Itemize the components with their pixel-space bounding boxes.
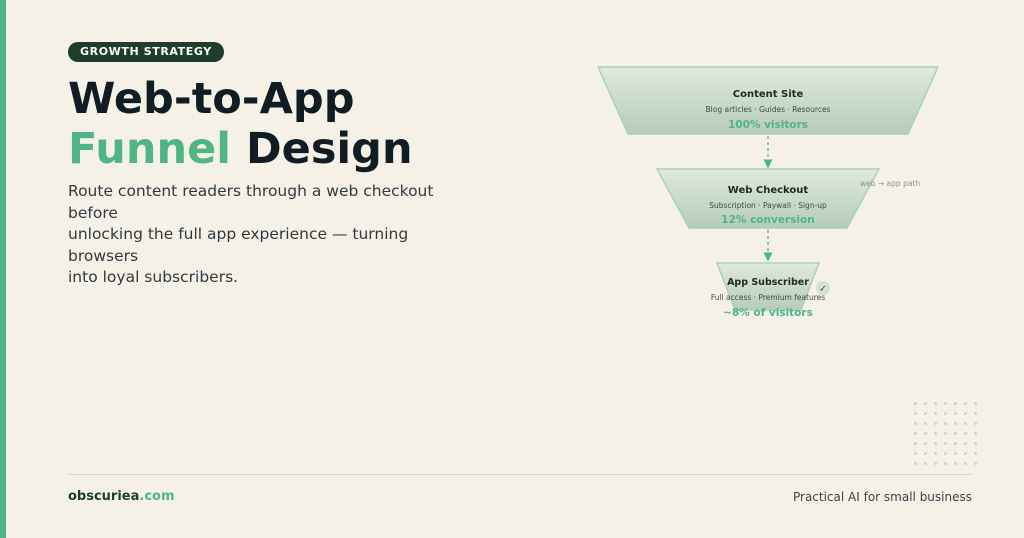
grid-dot <box>974 462 977 465</box>
grid-dot <box>924 412 927 415</box>
grid-dot <box>914 432 917 435</box>
grid-dot <box>914 462 917 465</box>
grid-dot <box>964 402 967 405</box>
brand-logo[interactable]: obscuriea.com <box>68 489 175 504</box>
grid-dot <box>954 462 957 465</box>
stage-detail: Full access · Premium features <box>711 293 825 302</box>
grid-dot <box>974 402 977 405</box>
grid-dot <box>964 442 967 445</box>
grid-dot <box>934 452 937 455</box>
description-line: unlocking the full app experience — turn… <box>68 225 409 243</box>
check-badge-icon: ✓ <box>816 281 830 295</box>
grid-dot <box>944 462 947 465</box>
grid-dot <box>934 432 937 435</box>
stage-metric: 12% conversion <box>721 214 814 226</box>
grid-dot <box>964 452 967 455</box>
grid-dot <box>964 432 967 435</box>
description-line: Route content readers through a web chec… <box>68 182 434 200</box>
description: Route content readers through a web chec… <box>68 181 448 289</box>
grid-dot <box>924 432 927 435</box>
grid-dot <box>974 412 977 415</box>
description-line: before <box>68 203 118 222</box>
grid-dot <box>934 412 937 415</box>
grid-dot <box>954 432 957 435</box>
grid-dot <box>924 442 927 445</box>
stage-metric: ~8% of visitors <box>723 307 813 319</box>
title-accent-word: Funnel <box>68 124 231 174</box>
left-accent-bar <box>0 0 6 538</box>
grid-dot <box>944 422 947 425</box>
category-badge: GROWTH STRATEGY <box>68 42 224 62</box>
dot-grid-decoration <box>914 402 986 474</box>
grid-dot <box>974 432 977 435</box>
title-line-1: Web-to-App <box>68 74 355 124</box>
grid-dot <box>944 432 947 435</box>
grid-dot <box>944 412 947 415</box>
grid-dot <box>914 452 917 455</box>
grid-dot <box>964 462 967 465</box>
grid-dot <box>914 422 917 425</box>
stage-name: Web Checkout <box>728 185 809 196</box>
grid-dot <box>924 422 927 425</box>
stage-metric: 100% visitors <box>728 119 808 131</box>
grid-dot <box>934 402 937 405</box>
path-label: web → app path <box>860 179 920 188</box>
footer-divider <box>68 474 972 475</box>
tagline: Practical AI for small business <box>792 490 972 504</box>
grid-dot <box>954 412 957 415</box>
grid-dot <box>944 402 947 405</box>
grid-dot <box>914 442 917 445</box>
grid-dot <box>954 452 957 455</box>
grid-dot <box>924 462 927 465</box>
stage-detail: Subscription · Paywall · Sign-up <box>709 201 827 210</box>
grid-dot <box>954 402 957 405</box>
grid-dot <box>924 402 927 405</box>
grid-dot <box>914 402 917 405</box>
grid-dot <box>974 452 977 455</box>
grid-dot <box>964 412 967 415</box>
page-title: Web-to-App Funnel Design <box>68 74 413 174</box>
description-line: into loyal subscribers. <box>68 268 239 286</box>
grid-dot <box>934 462 937 465</box>
grid-dot <box>964 422 967 425</box>
check-mark: ✓ <box>819 285 827 295</box>
grid-dot <box>914 412 917 415</box>
grid-dot <box>944 452 947 455</box>
stage-name: Content Site <box>733 89 804 100</box>
grid-dot <box>954 442 957 445</box>
stage-detail: Blog articles · Guides · Resources <box>706 105 831 114</box>
stage-name: App Subscriber <box>727 277 809 288</box>
funnel-diagram: Content Site Blog articles · Guides · Re… <box>596 66 940 319</box>
brand-name: obscuriea <box>68 489 140 504</box>
grid-dot <box>974 422 977 425</box>
description-line: browsers <box>68 246 139 265</box>
grid-dot <box>954 422 957 425</box>
grid-dot <box>934 442 937 445</box>
title-line-2: Design <box>245 124 413 174</box>
grid-dot <box>974 442 977 445</box>
grid-dot <box>944 442 947 445</box>
grid-dot <box>924 452 927 455</box>
brand-tld: .com <box>139 489 175 504</box>
grid-dot <box>934 422 937 425</box>
